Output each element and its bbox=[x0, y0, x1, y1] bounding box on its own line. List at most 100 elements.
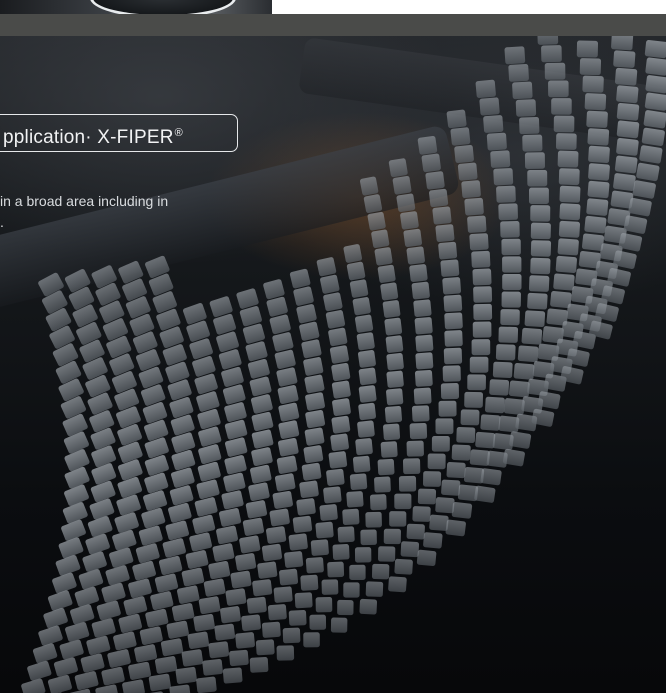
sensor-tile bbox=[325, 310, 346, 329]
sensor-tile bbox=[357, 420, 375, 438]
sensor-tile bbox=[292, 515, 313, 533]
sensor-tile bbox=[495, 344, 516, 361]
sensor-tile bbox=[203, 578, 226, 597]
sensor-tile bbox=[278, 420, 300, 439]
sensor-tile bbox=[144, 454, 169, 476]
sensor-tile bbox=[328, 451, 348, 469]
sensor-tile bbox=[548, 80, 569, 98]
sensor-tile bbox=[219, 508, 242, 527]
sensor-tile bbox=[388, 158, 408, 178]
sensor-tile bbox=[346, 261, 366, 281]
sensor-tile bbox=[304, 374, 325, 394]
sensor-tile bbox=[196, 676, 217, 693]
sensor-tile bbox=[181, 567, 205, 587]
sensor-tile bbox=[553, 115, 575, 133]
sensor-tile bbox=[446, 462, 466, 479]
sensor-tile bbox=[413, 299, 432, 317]
sensor-tile bbox=[475, 431, 496, 449]
sensor-tile bbox=[530, 222, 551, 240]
sensor-tile bbox=[363, 194, 383, 214]
sensor-tile bbox=[442, 365, 461, 382]
sensor-tile bbox=[310, 539, 329, 556]
sensor-tile bbox=[116, 494, 141, 516]
sensor-tile bbox=[386, 388, 404, 406]
sensor-tile bbox=[498, 326, 519, 343]
sensor-tile bbox=[423, 532, 443, 549]
lens-ring bbox=[90, 0, 236, 14]
sensor-tile bbox=[139, 626, 163, 645]
sensor-tile bbox=[241, 614, 261, 632]
sensor-tile bbox=[143, 490, 168, 511]
sensor-tile bbox=[467, 215, 487, 233]
sensor-tile bbox=[394, 493, 412, 510]
sensor-tile bbox=[221, 490, 244, 510]
sensor-tile bbox=[480, 414, 501, 431]
sensor-tile bbox=[289, 268, 311, 289]
sensor-tile bbox=[202, 659, 223, 676]
sensor-tile bbox=[644, 92, 666, 111]
sensor-tile bbox=[301, 462, 322, 481]
sensor-tile bbox=[555, 255, 577, 273]
sensor-tile bbox=[245, 500, 268, 519]
sensor-tile bbox=[274, 473, 296, 492]
sensor-tile bbox=[249, 657, 269, 673]
sensor-tile bbox=[303, 632, 320, 648]
sensor-tile bbox=[91, 463, 117, 485]
sensor-tile bbox=[349, 473, 368, 491]
sensor-tile bbox=[288, 610, 307, 626]
sensor-tile bbox=[451, 502, 473, 519]
sensor-tile bbox=[272, 332, 294, 352]
sensor-tile bbox=[118, 459, 143, 481]
sensor-tile bbox=[197, 461, 221, 482]
sensor-tile bbox=[175, 666, 197, 684]
sensor-tile bbox=[328, 327, 348, 347]
sensor-tile bbox=[586, 198, 609, 216]
sensor-tile bbox=[450, 127, 471, 146]
sensor-tile bbox=[352, 455, 371, 473]
sensor-tile bbox=[267, 604, 287, 621]
sensor-tile bbox=[239, 535, 261, 554]
sensor-tile bbox=[623, 215, 648, 234]
sensor-tile bbox=[636, 162, 660, 182]
sensor-tile bbox=[296, 304, 317, 324]
sensor-tile bbox=[457, 162, 478, 181]
sensor-tile bbox=[513, 362, 535, 380]
product-title-badge[interactable]: pplication· X-FIPER® bbox=[0, 114, 238, 152]
sensor-tile bbox=[242, 517, 265, 536]
sensor-tile bbox=[461, 180, 481, 199]
sensor-tile bbox=[272, 490, 293, 509]
product-description: in a broad area including in . bbox=[0, 191, 168, 233]
sensor-tile bbox=[96, 600, 121, 621]
sensor-tile bbox=[70, 604, 95, 625]
sensor-tile bbox=[343, 582, 360, 598]
sensor-tile bbox=[331, 415, 351, 434]
sensor-tile bbox=[519, 116, 540, 135]
sensor-tile bbox=[305, 392, 325, 411]
sensor-tile bbox=[331, 362, 351, 382]
sensor-tile bbox=[438, 400, 457, 417]
sensor-tile bbox=[52, 572, 77, 594]
sensor-tile bbox=[154, 573, 179, 593]
sensor-tile bbox=[641, 127, 665, 147]
sensor-tile bbox=[472, 321, 492, 338]
sensor-tile bbox=[230, 570, 252, 589]
sensor-tile bbox=[169, 485, 194, 506]
sensor-tile bbox=[515, 99, 537, 117]
sensor-tile bbox=[247, 358, 270, 379]
sensor-tile bbox=[65, 621, 90, 642]
sensor-tile bbox=[107, 649, 131, 668]
sensor-tile bbox=[229, 649, 249, 667]
sensor-tile bbox=[528, 187, 549, 205]
sensor-tile bbox=[475, 79, 496, 99]
sensor-tile bbox=[282, 627, 301, 644]
sensor-tile bbox=[250, 464, 272, 484]
sensor-tile bbox=[214, 623, 236, 641]
product-title-text: pplication· X-FIPER bbox=[3, 127, 174, 148]
sensor-tile bbox=[406, 523, 425, 540]
sensor-tile bbox=[584, 93, 607, 111]
sensor-tile bbox=[294, 592, 313, 609]
sensor-tile bbox=[639, 145, 663, 164]
sensor-tile bbox=[359, 598, 378, 615]
sensor-tile bbox=[446, 109, 467, 129]
sensor-tile bbox=[330, 433, 349, 452]
